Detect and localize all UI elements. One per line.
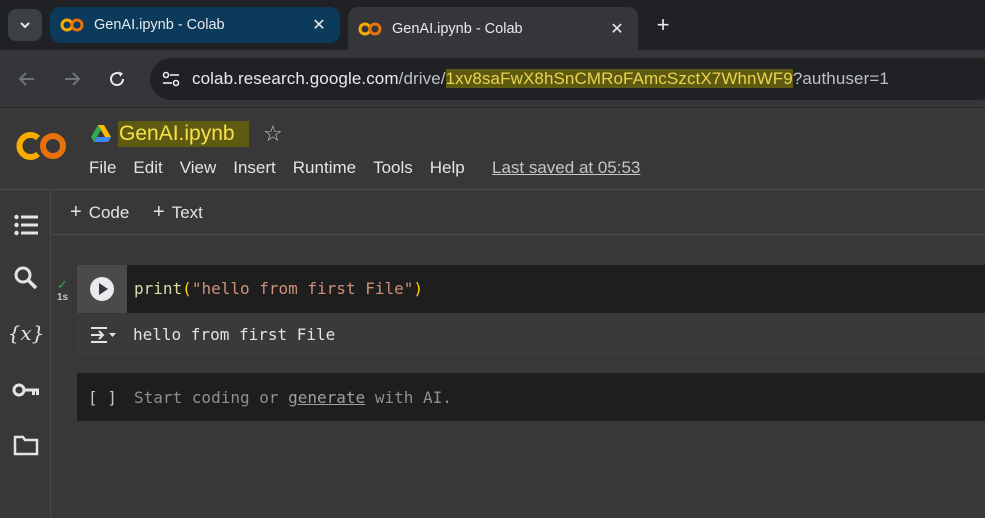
address-bar[interactable]: colab.research.google.com/drive/1xv8saFw… bbox=[150, 58, 985, 100]
code-function: print bbox=[134, 279, 183, 298]
url-path: /drive/ bbox=[398, 69, 446, 88]
cell-output: hello from first File bbox=[77, 314, 985, 356]
add-code-label: Code bbox=[88, 202, 130, 222]
execution-count: [ ] bbox=[88, 388, 117, 407]
colab-logo-icon bbox=[358, 22, 382, 35]
close-tab-icon[interactable]: ✕ bbox=[304, 10, 334, 40]
generate-link[interactable]: generate bbox=[288, 388, 365, 407]
reload-icon bbox=[110, 71, 125, 87]
insert-cell-bar: + Code + Text bbox=[52, 190, 985, 235]
forward-button[interactable] bbox=[55, 62, 89, 96]
url-text: colab.research.google.com/drive/1xv8saFw… bbox=[192, 69, 889, 89]
plus-icon: + bbox=[153, 201, 165, 223]
browser-tab-strip: GenAI.ipynb - Colab ✕ GenAI.ipynb - Cola… bbox=[0, 0, 985, 50]
url-host: colab.research.google.com bbox=[192, 69, 399, 88]
empty-code-cell[interactable]: [ ] Start coding or generate with AI. bbox=[77, 373, 985, 421]
menu-bar: File Edit View Insert Runtime Tools Help bbox=[89, 158, 482, 178]
output-menu-icon[interactable] bbox=[89, 324, 117, 346]
colab-header: GenAI.ipynb ☆ File Edit View Insert Runt… bbox=[0, 108, 985, 190]
code-paren: ( bbox=[182, 279, 192, 298]
menu-edit[interactable]: Edit bbox=[133, 158, 162, 178]
execution-time: 1s bbox=[57, 292, 69, 303]
code-line[interactable]: print("hello from first File") bbox=[134, 279, 423, 298]
folder-icon[interactable] bbox=[8, 427, 44, 463]
new-tab-button[interactable]: + bbox=[648, 10, 678, 40]
menu-help[interactable]: Help bbox=[430, 158, 465, 178]
tab-search-button[interactable] bbox=[8, 9, 42, 41]
star-icon[interactable]: ☆ bbox=[263, 121, 283, 147]
arrow-left-icon bbox=[18, 72, 34, 86]
code-paren: ) bbox=[413, 279, 424, 298]
output-text: hello from first File bbox=[133, 325, 336, 344]
placeholder-text: with AI. bbox=[365, 388, 452, 407]
url-file-id: 1xv8saFwX8hSnCMRoFAmcSzctX7WhnWF9 bbox=[445, 69, 793, 88]
colab-logo-icon[interactable] bbox=[16, 128, 72, 164]
add-text-cell-button[interactable]: + Text bbox=[153, 201, 203, 224]
arrow-right-icon bbox=[65, 72, 81, 86]
url-query: ?authuser=1 bbox=[792, 69, 889, 88]
back-button[interactable] bbox=[10, 62, 44, 96]
check-icon: ✓ bbox=[57, 277, 68, 292]
play-icon bbox=[90, 277, 114, 301]
tab-title: GenAI.ipynb - Colab bbox=[392, 20, 523, 37]
add-text-label: Text bbox=[171, 202, 203, 222]
search-icon[interactable] bbox=[8, 260, 44, 296]
colab-logo-icon bbox=[60, 18, 84, 32]
placeholder-text: Start coding or bbox=[134, 388, 289, 407]
plus-icon: + bbox=[70, 201, 82, 223]
browser-tab-active[interactable]: GenAI.ipynb - Colab ✕ bbox=[348, 7, 638, 50]
close-tab-icon[interactable]: ✕ bbox=[602, 14, 632, 44]
run-cell-button[interactable] bbox=[77, 265, 127, 313]
add-code-cell-button[interactable]: + Code bbox=[70, 201, 129, 224]
tab-title: GenAI.ipynb - Colab bbox=[94, 17, 225, 33]
code-string: "hello from first File" bbox=[191, 279, 414, 298]
menu-file[interactable]: File bbox=[89, 158, 116, 178]
menu-runtime[interactable]: Runtime bbox=[293, 158, 356, 178]
code-cell[interactable]: print("hello from first File") bbox=[77, 265, 985, 313]
reload-button[interactable] bbox=[100, 62, 134, 96]
left-sidebar: {𝑥} bbox=[0, 190, 51, 518]
output-area: hello from first File bbox=[77, 314, 985, 356]
table-of-contents-icon[interactable] bbox=[8, 207, 44, 243]
google-drive-icon[interactable] bbox=[91, 125, 111, 143]
menu-insert[interactable]: Insert bbox=[233, 158, 276, 178]
last-saved-link[interactable]: Last saved at 05:53 bbox=[492, 158, 640, 178]
key-icon[interactable] bbox=[8, 372, 44, 408]
browser-tab[interactable]: GenAI.ipynb - Colab ✕ bbox=[50, 7, 340, 43]
menu-tools[interactable]: Tools bbox=[373, 158, 413, 178]
chevron-down-icon bbox=[20, 22, 30, 29]
cell-placeholder[interactable]: Start coding or generate with AI. bbox=[134, 388, 452, 407]
site-info-icon[interactable] bbox=[150, 58, 192, 100]
variables-icon[interactable]: {𝑥} bbox=[8, 315, 45, 351]
browser-toolbar: colab.research.google.com/drive/1xv8saFw… bbox=[0, 50, 985, 108]
menu-view[interactable]: View bbox=[180, 158, 217, 178]
notebook-title[interactable]: GenAI.ipynb bbox=[118, 121, 249, 147]
